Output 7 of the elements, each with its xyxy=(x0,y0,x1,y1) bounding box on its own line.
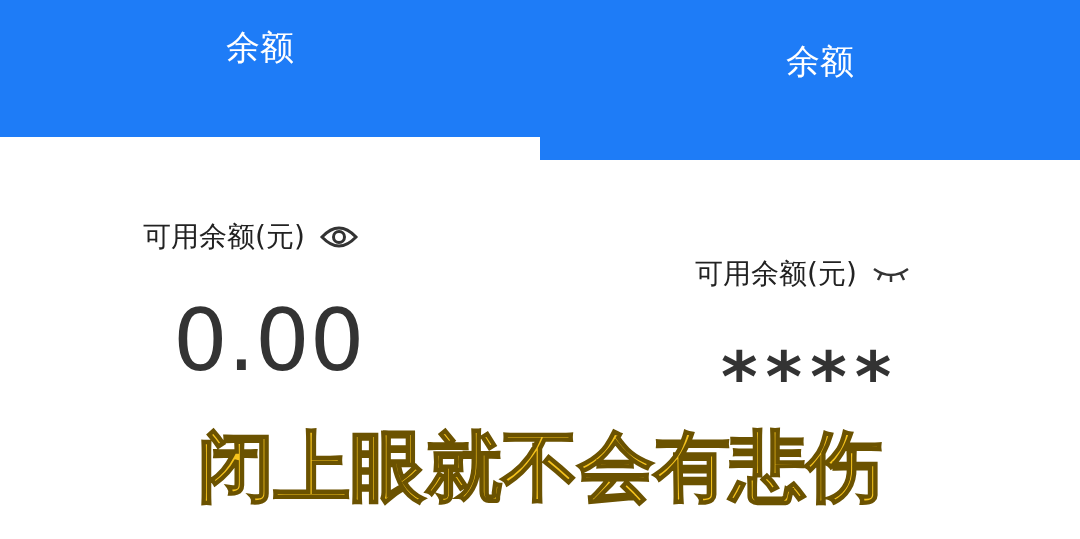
page-title: 余额 xyxy=(226,26,294,69)
balance-amount: **** xyxy=(721,342,901,412)
balance-label: 可用余额(元) xyxy=(695,256,857,292)
page-title: 余额 xyxy=(786,40,854,83)
balance-amount: 0.00 xyxy=(173,297,366,383)
balance-label: 可用余额(元) xyxy=(143,219,305,255)
caption: 闭上眼就不会有悲伤 xyxy=(197,422,883,512)
